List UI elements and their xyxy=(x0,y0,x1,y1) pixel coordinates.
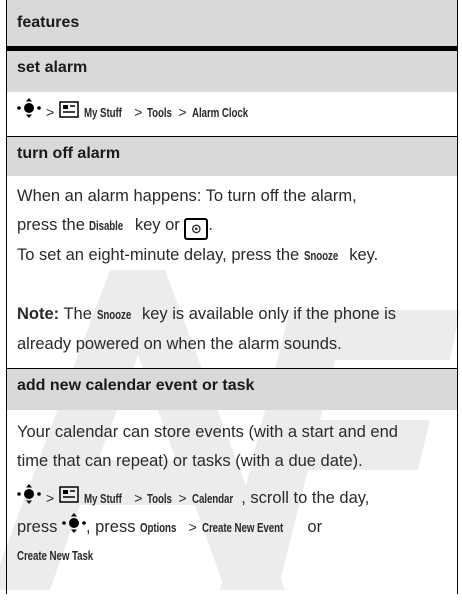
menu-icon xyxy=(59,99,79,128)
path-my-stuff: My Stuff xyxy=(83,106,122,121)
set-alarm-path: > My Stuff > Tools > Alarm Clock xyxy=(7,92,457,136)
section-title-turn-off-alarm: turn off alarm xyxy=(7,136,457,176)
disable-key-label: Disable xyxy=(89,219,124,233)
note-snooze-key: Snooze xyxy=(96,308,131,322)
path-my-stuff: My Stuff xyxy=(83,491,122,506)
power-key-icon: ⊙ xyxy=(184,218,209,240)
menu-icon xyxy=(59,485,79,512)
nav-key-icon xyxy=(17,484,41,513)
table-header: features xyxy=(7,0,457,50)
create-new-task-label: Create New Task xyxy=(17,549,94,563)
section-title-set-alarm: set alarm xyxy=(7,50,457,92)
nav-key-icon xyxy=(17,98,41,128)
section-title-calendar: add new calendar event or task xyxy=(7,368,457,410)
create-new-event-label: Create New Event xyxy=(201,520,283,535)
calendar-intro: Your calendar can store events (with a s… xyxy=(17,423,398,470)
note-label: Note: xyxy=(17,305,60,323)
path-calendar: Calendar xyxy=(191,491,233,506)
path-tools: Tools xyxy=(147,106,173,121)
turn-off-body: When an alarm happens: To turn off the a… xyxy=(7,176,457,300)
header-title: features xyxy=(17,14,80,31)
options-key-label: Options xyxy=(140,520,177,535)
calendar-path: > My Stuff > Tools > Calendar, scroll to the… xyxy=(7,484,457,580)
turn-off-note: Note: The Snooze key is available only i… xyxy=(7,300,457,368)
feature-table: features set alarm > My Stuff > Tools > Alar… xyxy=(6,0,458,594)
nav-key-icon xyxy=(62,513,86,542)
path-tools: Tools xyxy=(147,491,173,506)
path-alarm-clock: Alarm Clock xyxy=(191,106,248,121)
snooze-key-label: Snooze xyxy=(303,249,338,263)
